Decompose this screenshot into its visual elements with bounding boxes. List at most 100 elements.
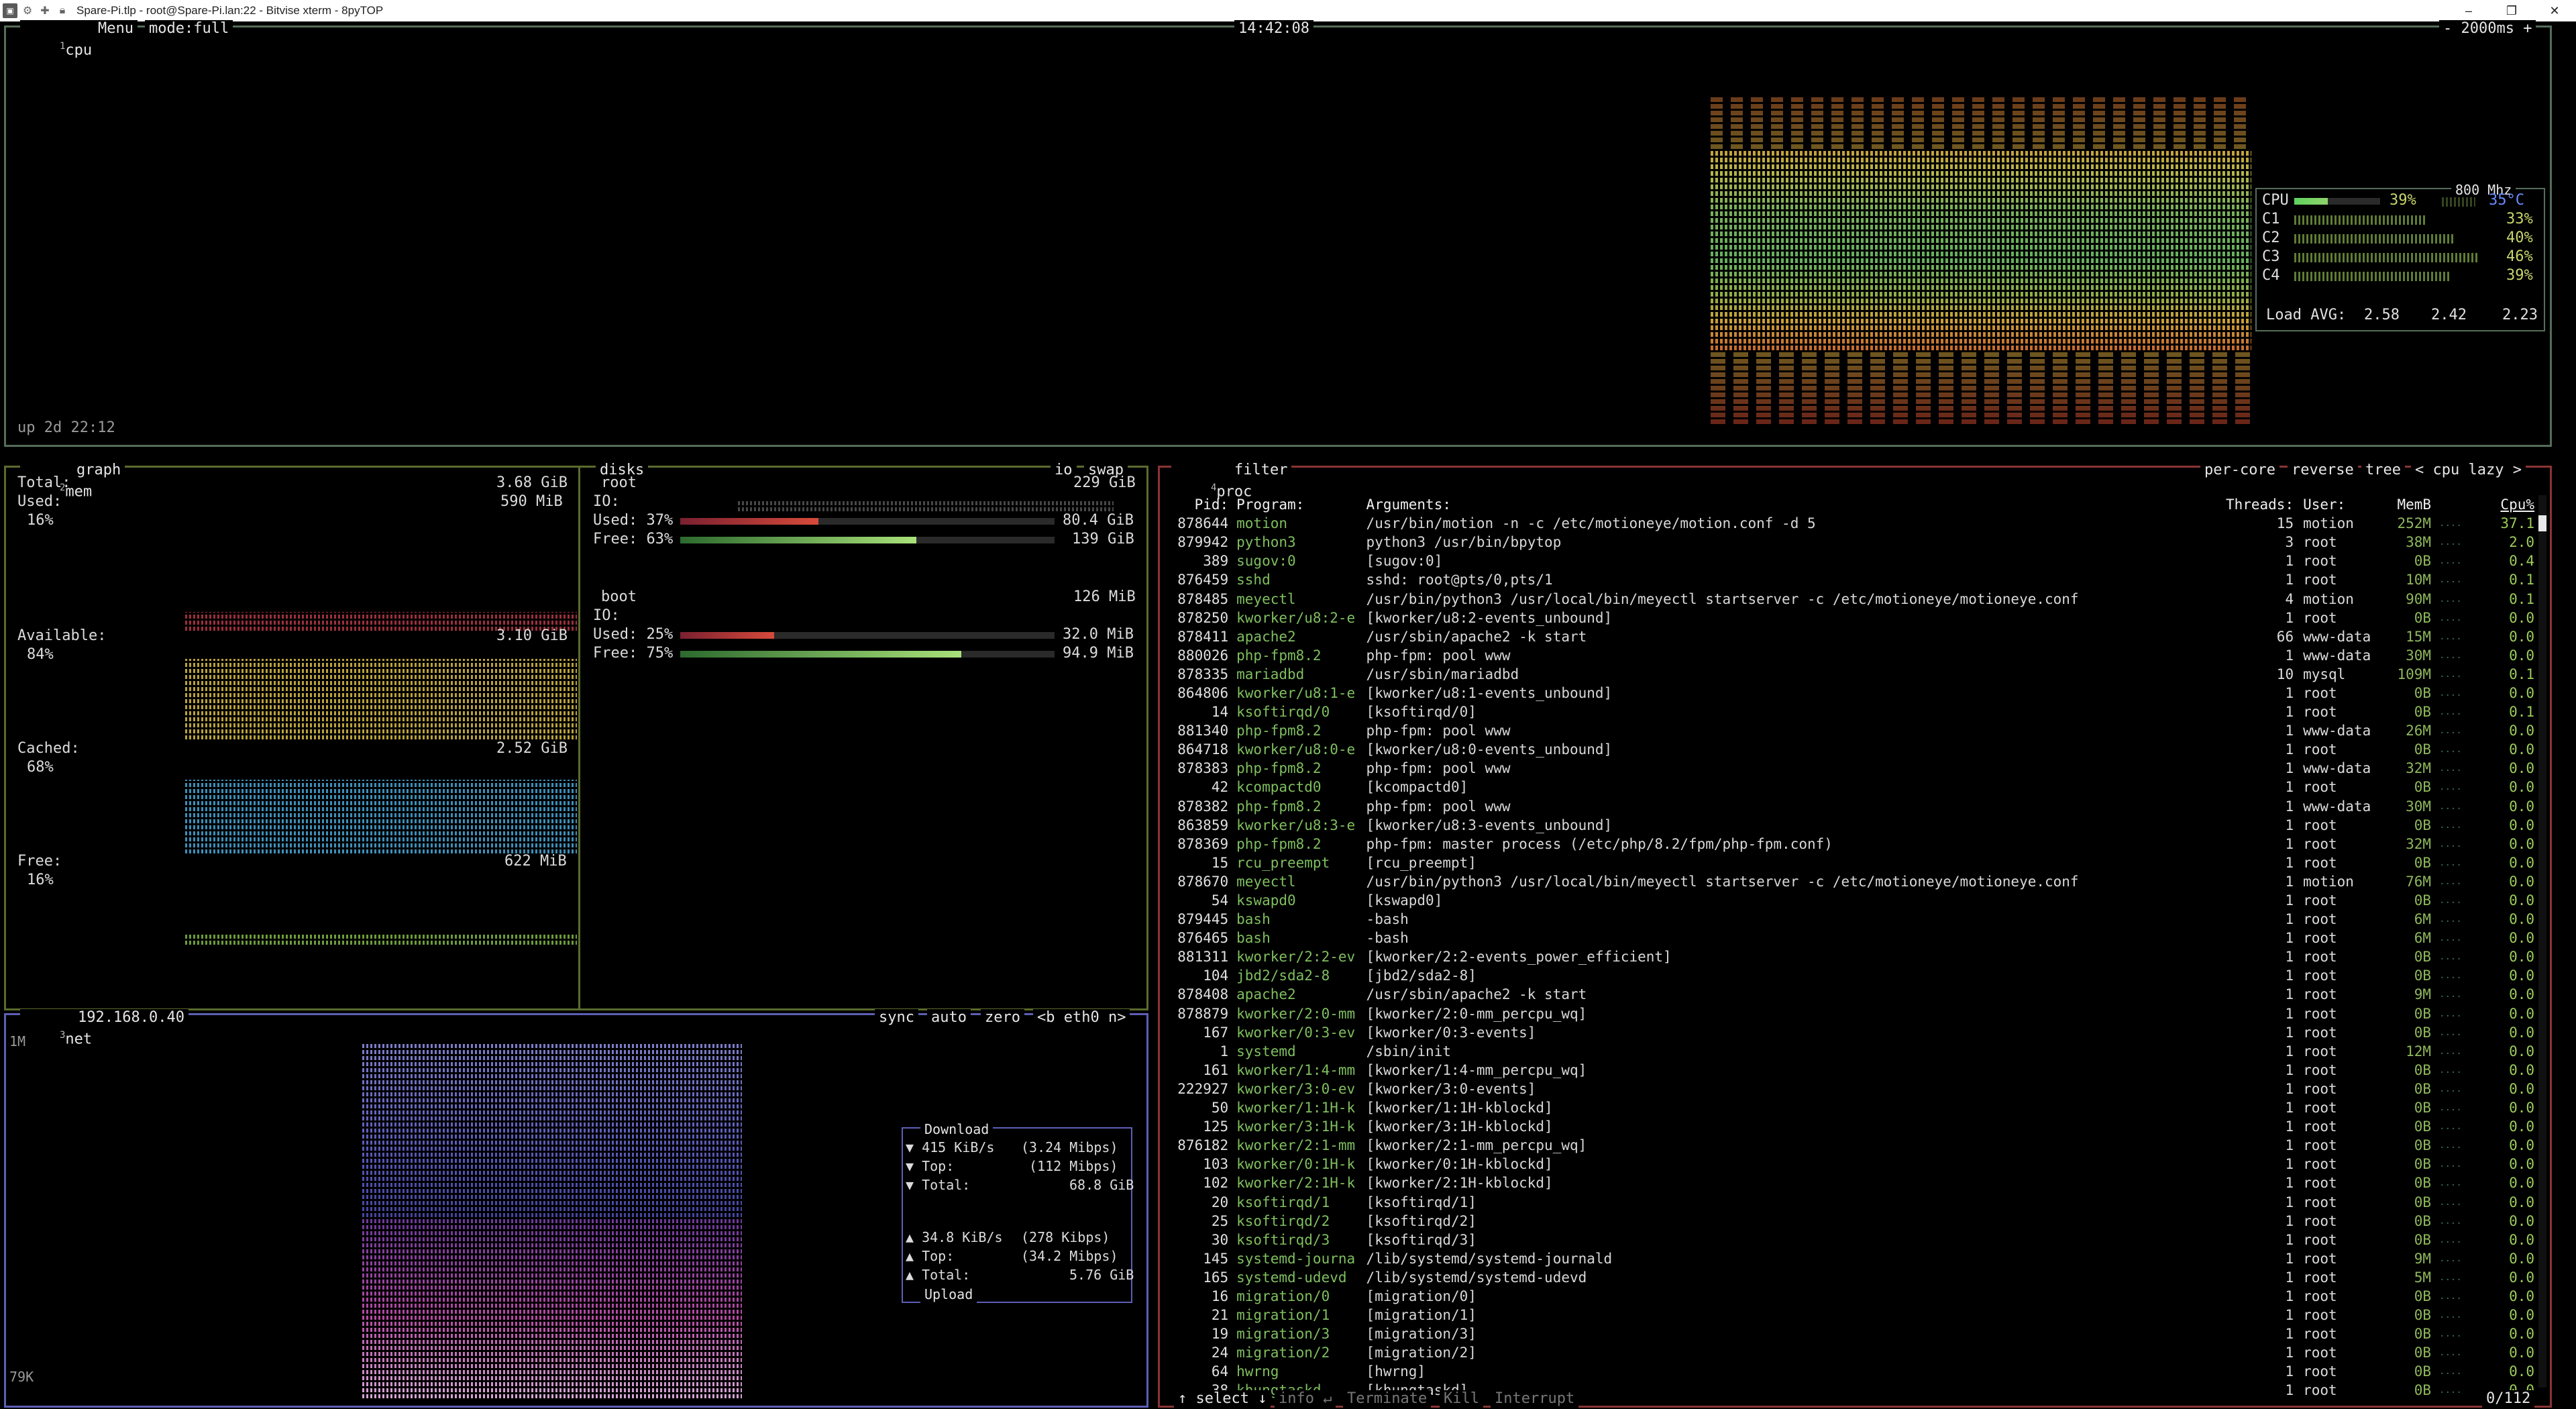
col-program[interactable]: Program:	[1236, 495, 1366, 514]
menu-button[interactable]: Menu	[94, 20, 138, 38]
proc-threads: 1	[2285, 817, 2294, 833]
col-user[interactable]: User:	[2294, 495, 2379, 514]
table-row[interactable]: 1 systemd/sbin/init 1 root 12M.... 0.0	[1166, 1042, 2534, 1061]
table-row[interactable]: 103 kworker/0:1H-k [kworker/0:1H-kblockd] 1…	[1166, 1155, 2534, 1173]
table-row[interactable]: 54 kswapd0 [kswapd0] 1 root 0B.... 0.0	[1166, 891, 2534, 910]
table-row[interactable]: 14 ksoftirqd/0 [ksoftirqd/0] 1 root 0B.... 0.1	[1166, 702, 2534, 721]
proc-pid: 50	[1211, 1100, 1229, 1116]
table-row[interactable]: 24 migration/2 [migration/2] 1 root 0B.... 0.0	[1166, 1343, 2534, 1362]
table-row[interactable]: 30 ksoftirqd/3 [ksoftirqd/3] 1 root 0B.... 0.0	[1166, 1231, 2534, 1249]
table-row[interactable]: 167 kworker/0:3-ev [kworker/0:3-events] 1 ro…	[1166, 1023, 2534, 1042]
table-row[interactable]: 878485 meyectl/usr/bin/python3 /usr/local…	[1166, 589, 2534, 608]
proc-select-control[interactable]: ↑ select ↓	[1174, 1390, 1271, 1408]
table-row[interactable]: 104 jbd2/sda2-8 [jbd2/sda2-8] 1 root 0B.... 0.…	[1166, 966, 2534, 985]
proc-threads: 1	[2285, 1231, 2294, 1248]
proc-per-core-toggle[interactable]: per-core	[2200, 462, 2279, 479]
table-row[interactable]: 876182 kworker/2:1-mm [kworker/2:1-mm_perc…	[1166, 1136, 2534, 1155]
table-row[interactable]: 864806 kworker/u8:1-e [kworker/u8:1-events…	[1166, 684, 2534, 702]
proc-info-button[interactable]: info ↵	[1275, 1390, 1336, 1408]
mode-button[interactable]: mode:full	[145, 20, 233, 38]
table-row[interactable]: 876465 bash -bash 1 root 6M.... 0.0	[1166, 929, 2534, 947]
table-row[interactable]: 42 kcompactd0 [kcompactd0] 1 root 0B.... 0.0	[1166, 778, 2534, 796]
proc-scrollbar-thumb[interactable]	[2538, 515, 2546, 531]
table-row[interactable]: 878383 php-fpm8.2 php-fpm: pool www 1 www-da…	[1166, 759, 2534, 778]
proc-tree-toggle[interactable]: tree	[2361, 462, 2405, 479]
table-row[interactable]: 879445 bash -bash 1 root 6M.... 0.0	[1166, 910, 2534, 929]
mem-graph-toggle[interactable]: graph	[72, 462, 125, 479]
restore-button[interactable]: ❐	[2490, 0, 2533, 21]
table-row[interactable]: 25 ksoftirqd/2 [ksoftirqd/2] 1 root 0B.... 0.0	[1166, 1212, 2534, 1231]
proc-terminate-button[interactable]: Terminate	[1343, 1390, 1432, 1408]
proc-threads: 1	[2285, 911, 2294, 928]
proc-filter[interactable]: filter	[1230, 462, 1292, 479]
table-row[interactable]: 165 systemd-udevd/lib/systemd/systemd-ude…	[1166, 1268, 2534, 1287]
table-row[interactable]: 878644 motion/usr/bin/motion -n -c /etc/m…	[1166, 514, 2534, 533]
table-row[interactable]: 15 rcu_preempt [rcu_preempt] 1 root 0B.... 0.0	[1166, 853, 2534, 872]
net-sync-toggle[interactable]: sync	[875, 1009, 918, 1027]
table-row[interactable]: 878879 kworker/2:0-mm [kworker/2:0-mm_perc…	[1166, 1004, 2534, 1023]
col-arguments[interactable]: Arguments:	[1366, 495, 2224, 514]
proc-mem: 0B	[2414, 1326, 2432, 1343]
proc-threads: 1	[2285, 1024, 2294, 1041]
proc-program: sshd	[1236, 572, 1271, 588]
disks-io-toggle[interactable]: io	[1051, 462, 1077, 479]
net-auto-toggle[interactable]: auto	[927, 1009, 971, 1027]
bitvise-app-icon[interactable]: ▣	[3, 3, 17, 18]
proc-cpu-sparkline: ....	[2439, 725, 2462, 737]
table-row[interactable]: 64 hwrng [hwrng] 1 root 0B.... 0.0	[1166, 1362, 2534, 1381]
table-row[interactable]: 222927 kworker/3:0-ev [kworker/3:0-events]…	[1166, 1080, 2534, 1098]
net-zero-toggle[interactable]: zero	[981, 1009, 1024, 1027]
cpu-box-title[interactable]: 1cpu	[20, 20, 97, 77]
table-row[interactable]: 16 migration/0 [migration/0] 1 root 0B.... 0.0	[1166, 1287, 2534, 1306]
cpu-core-1-label: C1	[2262, 211, 2280, 227]
table-row[interactable]: 881340 php-fpm8.2 php-fpm: pool www 1 www-da…	[1166, 721, 2534, 740]
update-interval[interactable]: - 2000ms +	[2439, 20, 2536, 38]
table-row[interactable]: 878670 meyectl/usr/bin/python3 /usr/local…	[1166, 872, 2534, 891]
table-row[interactable]: 19 migration/3 [migration/3] 1 root 0B.... 0.0	[1166, 1324, 2534, 1343]
table-row[interactable]: 389 sugov:0 [sugov:0] 1 root 0B.... 0.4	[1166, 552, 2534, 570]
col-pid[interactable]: Pid:	[1166, 495, 1236, 514]
table-row[interactable]: 102 kworker/2:1H-k [kworker/2:1H-kblockd] 1…	[1166, 1173, 2534, 1192]
table-row[interactable]: 878335 mariadbd/usr/sbin/mariadbd 10 mysql 1…	[1166, 665, 2534, 684]
table-row[interactable]: 878411 apache2/usr/sbin/apache2 -k start 6…	[1166, 627, 2534, 646]
proc-interrupt-button[interactable]: Interrupt	[1491, 1390, 1579, 1408]
table-row[interactable]: 876459 sshd sshd: root@pts/0,pts/1 1 root 10M…	[1166, 570, 2534, 589]
minimize-button[interactable]: –	[2447, 0, 2490, 21]
close-button[interactable]: ✕	[2533, 0, 2576, 21]
table-row[interactable]: 878369 php-fpm8.2 php-fpm: master process …	[1166, 835, 2534, 853]
proc-user: www-data	[2303, 723, 2371, 739]
proc-cpu: 0.0	[2509, 1212, 2534, 1229]
table-row[interactable]: 879942 python3 python3 /usr/bin/bpytop 3 roo…	[1166, 533, 2534, 552]
proc-threads: 66	[2276, 628, 2294, 645]
table-row[interactable]: 880026 php-fpm8.2 php-fpm: pool www 1 www-da…	[1166, 646, 2534, 665]
col-mem[interactable]: MemB	[2379, 495, 2432, 514]
net-upload-total-label: ▲ Total:	[906, 1267, 971, 1283]
terminal-area[interactable]: 1cpu Menu mode:full 14:42:08 - 2000ms + …	[0, 20, 2576, 1409]
proc-reverse-toggle[interactable]: reverse	[2288, 462, 2358, 479]
proc-mem: 0B	[2414, 1137, 2432, 1154]
table-row[interactable]: 878382 php-fpm8.2 php-fpm: pool www 1 www-da…	[1166, 797, 2534, 816]
table-row[interactable]: 21 migration/1 [migration/1] 1 root 0B.... 0.0	[1166, 1306, 2534, 1324]
table-row[interactable]: 878250 kworker/u8:2-e [kworker/u8:2-events…	[1166, 609, 2534, 627]
settings-gear-icon[interactable]: ⚙	[20, 3, 35, 18]
table-row[interactable]: 50 kworker/1:1H-k [kworker/1:1H-kblockd] 1 r…	[1166, 1098, 2534, 1117]
lock-icon[interactable]: 🔒︎	[55, 3, 70, 18]
table-row[interactable]: 878408 apache2/usr/sbin/apache2 -k start 1…	[1166, 985, 2534, 1004]
col-cpu[interactable]: Cpu%	[2485, 495, 2534, 514]
net-interface-selector[interactable]: <b eth0 n>	[1033, 1009, 1130, 1027]
table-row[interactable]: 125 kworker/3:1H-k [kworker/3:1H-kblockd] 1…	[1166, 1117, 2534, 1136]
table-row[interactable]: 161 kworker/1:4-mm [kworker/1:4-mm_percpu_…	[1166, 1061, 2534, 1080]
disk-root-io-graph	[738, 499, 1114, 511]
col-threads[interactable]: Threads:	[2224, 495, 2294, 514]
mem-used-pct: 16%	[27, 512, 54, 529]
proc-program: ksoftirqd/2	[1236, 1212, 1330, 1229]
table-row[interactable]: 881311 kworker/2:2-ev [kworker/2:2-events_…	[1166, 947, 2534, 966]
proc-sort-selector[interactable]: < cpu lazy >	[2411, 462, 2526, 479]
proc-kill-button[interactable]: Kill	[1440, 1390, 1483, 1408]
new-terminal-icon[interactable]: ✚	[38, 3, 52, 18]
table-row[interactable]: 863859 kworker/u8:3-e [kworker/u8:3-events…	[1166, 816, 2534, 835]
table-row[interactable]: 864718 kworker/u8:0-e [kworker/u8:0-events…	[1166, 740, 2534, 759]
table-row[interactable]: 145 systemd-journa/lib/systemd/systemd-jo…	[1166, 1249, 2534, 1268]
proc-scrollbar[interactable]	[2538, 495, 2546, 1388]
table-row[interactable]: 20 ksoftirqd/1 [ksoftirqd/1] 1 root 0B.... 0.0	[1166, 1192, 2534, 1211]
